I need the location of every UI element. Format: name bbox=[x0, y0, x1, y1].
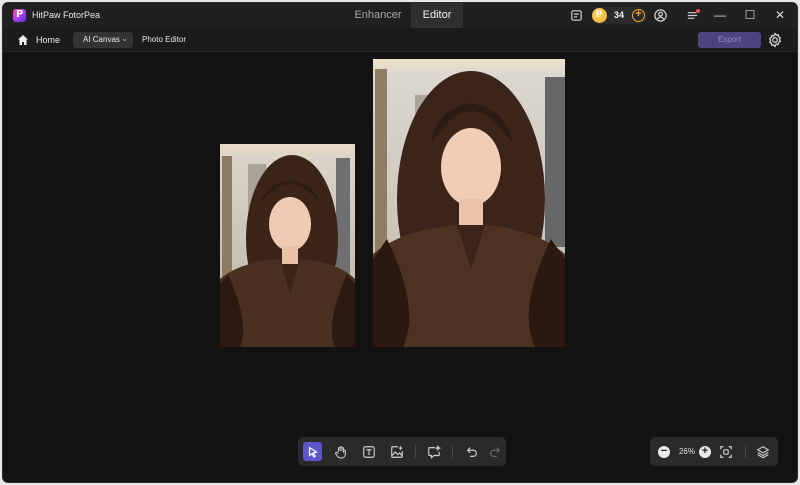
mode-dropdown[interactable]: AI Canvas ⌄ bbox=[73, 32, 133, 48]
home-label: Home bbox=[36, 35, 61, 45]
hand-icon bbox=[334, 445, 346, 459]
toolbar-divider bbox=[415, 445, 416, 458]
fit-screen-icon bbox=[719, 445, 732, 458]
layers-icon bbox=[756, 445, 769, 458]
coin-icon bbox=[592, 8, 607, 23]
zoom-level: 26% bbox=[678, 447, 695, 456]
app-title: HitPaw FotorPea bbox=[32, 10, 101, 20]
home-icon bbox=[18, 35, 28, 45]
app-window: HitPaw FotorPea Enhancer Editor 34 + — ☐… bbox=[2, 2, 798, 483]
zoom-out-button[interactable]: − bbox=[658, 446, 670, 458]
ai-comment-tool-button[interactable] bbox=[424, 442, 443, 461]
layers-button[interactable] bbox=[753, 442, 772, 461]
chevron-down-icon: ⌄ bbox=[121, 34, 128, 43]
toolbar-divider bbox=[452, 445, 453, 458]
redo-icon bbox=[489, 446, 500, 457]
text-icon bbox=[362, 445, 375, 458]
cursor-icon bbox=[308, 446, 318, 458]
close-button[interactable]: ✕ bbox=[765, 3, 795, 28]
text-tool-button[interactable] bbox=[359, 442, 378, 461]
settings-gear-icon[interactable] bbox=[767, 32, 783, 48]
home-button[interactable]: Home bbox=[17, 33, 60, 47]
notification-dot bbox=[696, 9, 700, 13]
select-tool-button[interactable] bbox=[303, 442, 322, 461]
nav-bar: Home AI Canvas ⌄ Photo Editor Export bbox=[3, 28, 797, 52]
history-icon[interactable] bbox=[569, 8, 584, 23]
credits-badge[interactable]: 34 + bbox=[591, 7, 647, 24]
hand-tool-button[interactable] bbox=[331, 442, 350, 461]
undo-icon bbox=[466, 446, 477, 457]
zoom-in-button[interactable]: + bbox=[699, 446, 711, 458]
add-image-icon bbox=[390, 445, 403, 458]
minimize-button[interactable]: — bbox=[705, 3, 735, 28]
app-logo-icon bbox=[13, 9, 26, 22]
credit-count: 34 bbox=[614, 10, 625, 20]
mode-dropdown-label: AI Canvas bbox=[83, 35, 120, 44]
add-image-tool-button[interactable] bbox=[387, 442, 406, 461]
fit-to-screen-button[interactable] bbox=[716, 442, 735, 461]
canvas-photo-left[interactable] bbox=[220, 144, 355, 347]
add-credits-icon[interactable]: + bbox=[632, 9, 645, 22]
redo-button[interactable] bbox=[485, 442, 504, 461]
canvas-toolbar bbox=[298, 437, 506, 466]
maximize-button[interactable]: ☐ bbox=[735, 3, 765, 28]
tab-editor[interactable]: Editor bbox=[411, 3, 463, 28]
account-icon[interactable] bbox=[653, 8, 668, 23]
canvas-photo-right[interactable] bbox=[373, 59, 565, 347]
tab-enhancer[interactable]: Enhancer bbox=[343, 3, 413, 28]
title-bar: HitPaw FotorPea Enhancer Editor 34 + — ☐… bbox=[3, 3, 797, 28]
zoom-divider bbox=[745, 445, 746, 458]
zoom-controls: − 26% + bbox=[650, 437, 778, 466]
section-label: Photo Editor bbox=[142, 35, 187, 44]
export-button[interactable]: Export bbox=[698, 32, 761, 48]
undo-button[interactable] bbox=[462, 442, 481, 461]
ai-comment-icon bbox=[427, 444, 441, 459]
